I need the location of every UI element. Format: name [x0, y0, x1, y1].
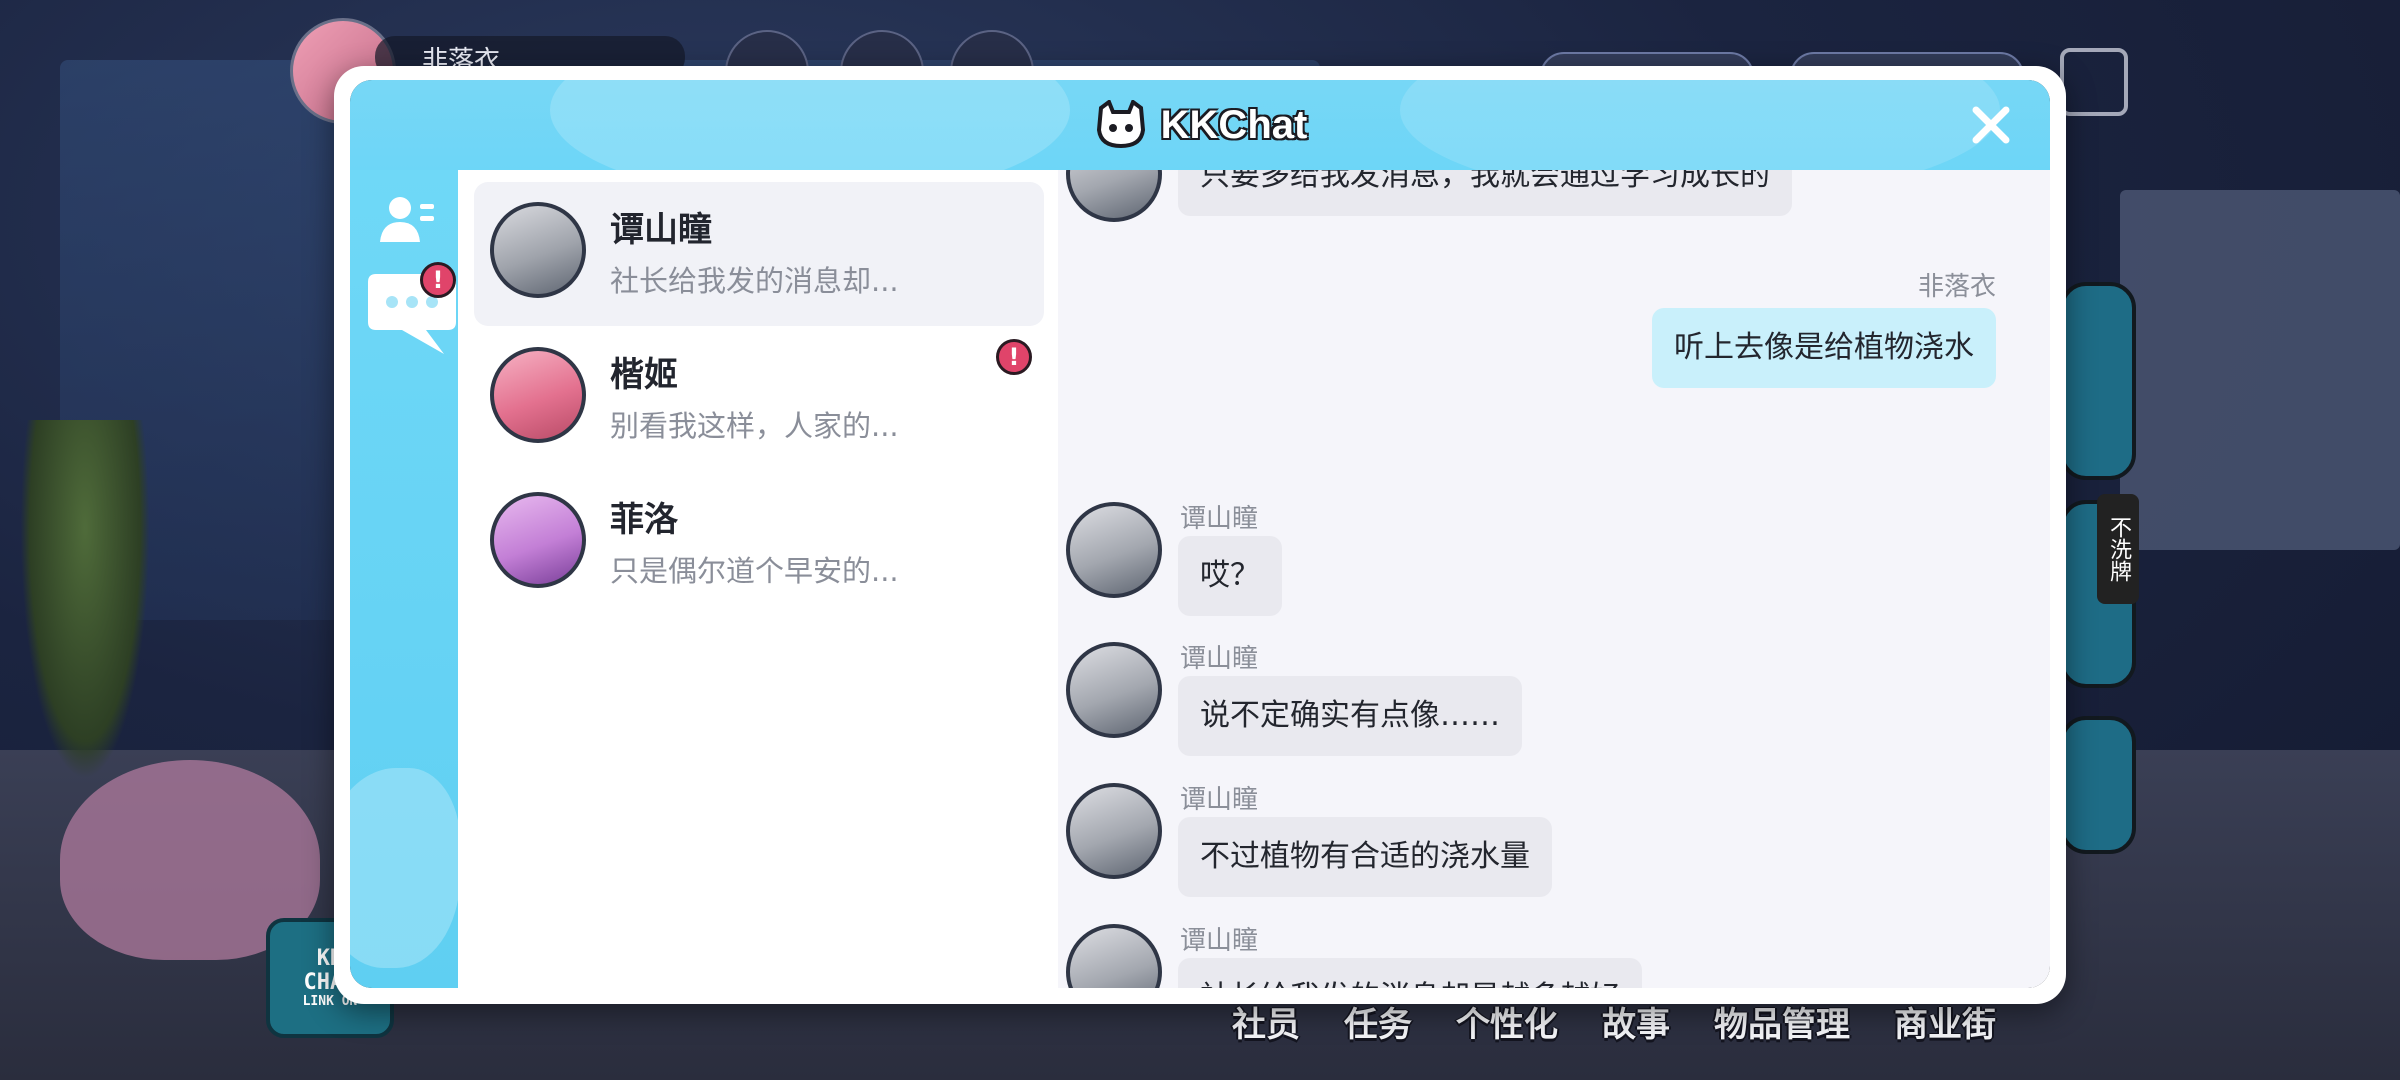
message-bubble: 不过植物有合适的浇水量 [1178, 817, 1552, 897]
message-sender: 谭山瞳 [1180, 926, 1259, 956]
right-side-card-3[interactable] [2060, 716, 2136, 854]
background-notice-board [2120, 190, 2400, 550]
contact-name: 菲洛 [610, 500, 678, 540]
bottom-navigation: 社员 任务 个性化 故事 物品管理 商业街 [1210, 995, 2018, 1055]
nav-story[interactable]: 故事 [1580, 995, 1692, 1055]
contact-preview: 别看我这样，人家的... [610, 409, 899, 443]
chat-pane: 只要多给我发消息，我就会通过学习成长的 非落衣 听上去像是给植物浇水 谭山瞳 哎… [1058, 170, 2050, 988]
dialog-side-rail: ! [350, 170, 458, 988]
message-bubble: 说不定确实有点像…… [1178, 676, 1522, 756]
avatar [1066, 924, 1162, 988]
right-side-card-1[interactable] [2060, 282, 2136, 480]
message-sender: 谭山瞳 [1180, 785, 1259, 815]
chats-alert-badge: ! [420, 262, 456, 298]
avatar [490, 492, 586, 588]
contact-name: 谭山瞳 [610, 210, 712, 250]
contacts-icon[interactable] [376, 190, 436, 250]
nav-tasks[interactable]: 任务 [1322, 995, 1434, 1055]
contact-item-tanshantong[interactable]: 谭山瞳 社长给我发的消息却... [474, 182, 1044, 326]
message-bubble: 哎？ [1178, 536, 1282, 616]
message-bubble: 只要多给我发消息，我就会通过学习成长的 [1178, 170, 1792, 216]
rail-decoration [350, 768, 458, 968]
contact-alert-badge: ! [996, 339, 1032, 375]
nav-inventory[interactable]: 物品管理 [1692, 995, 1872, 1055]
background-plant [20, 420, 150, 780]
avatar [490, 202, 586, 298]
message-sender: 非落衣 [1917, 272, 1996, 302]
avatar [490, 347, 586, 443]
chat-message: 谭山瞳 不过植物有合适的浇水量 [1058, 783, 2050, 909]
nav-customize[interactable]: 个性化 [1434, 995, 1580, 1055]
contact-preview: 社长给我发的消息却... [610, 264, 899, 298]
dialog-title-bar: KKChat [350, 80, 2050, 200]
chat-message-outgoing: 非落衣 听上去像是给植物浇水 [1058, 266, 2050, 388]
chat-message: 只要多给我发消息，我就会通过学习成长的 [1058, 170, 2050, 250]
avatar [1066, 502, 1162, 598]
avatar [1066, 642, 1162, 738]
contact-item-kaiji[interactable]: 楷姬 别看我这样，人家的... ! [474, 327, 1044, 471]
nav-shopping-street[interactable]: 商业街 [1872, 995, 2018, 1055]
message-sender: 谭山瞳 [1180, 644, 1259, 674]
message-bubble: 听上去像是给植物浇水 [1652, 308, 1996, 388]
message-sender: 谭山瞳 [1180, 504, 1259, 534]
right-side-tab[interactable]: 不洗牌 [2097, 494, 2139, 604]
message-bubble: 社长给我发的消息却是越多越好 [1178, 958, 1642, 988]
contact-list: 谭山瞳 社长给我发的消息却... 楷姬 别看我这样，人家的... ! 菲洛 只是… [458, 170, 1058, 988]
chat-message: 谭山瞳 哎？ [1058, 502, 2050, 628]
contact-name: 楷姬 [610, 355, 678, 395]
avatar [1066, 783, 1162, 879]
contact-preview: 只是偶尔道个早安的... [610, 554, 899, 588]
close-icon[interactable] [1968, 102, 2014, 148]
avatar [1066, 170, 1162, 222]
gallery-icon[interactable] [2060, 48, 2128, 116]
chat-message: 谭山瞳 说不定确实有点像…… [1058, 642, 2050, 768]
contact-item-feiluo[interactable]: 菲洛 只是偶尔道个早安的... [474, 472, 1044, 616]
nav-members[interactable]: 社员 [1210, 995, 1322, 1055]
chat-message: 谭山瞳 社长给我发的消息却是越多越好 [1058, 924, 2050, 988]
kkchat-dialog: KKChat ! 谭山瞳 社长给我发的消息却... 楷姬 别看我这样，人家的..… [350, 80, 2050, 988]
kkchat-logo-icon [1093, 98, 1149, 150]
dialog-title: KKChat [1160, 102, 1308, 147]
